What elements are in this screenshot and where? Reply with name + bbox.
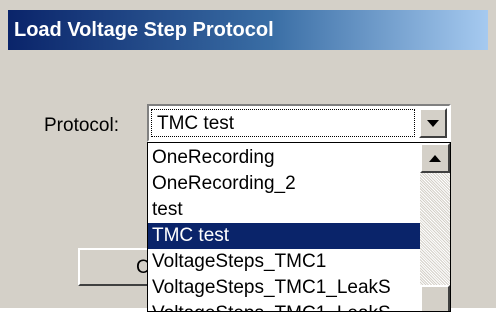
combo-dropdown-button[interactable] xyxy=(419,108,447,138)
dropdown-items: OneRecording OneRecording_2 test TMC test Vo… xyxy=(148,145,420,311)
dropdown-option[interactable]: VoltageSteps_TMC1 xyxy=(148,249,420,275)
protocol-combobox[interactable]: TMC test xyxy=(147,104,451,142)
dropdown-option[interactable]: OneRecording_2 xyxy=(148,171,420,197)
dropdown-option[interactable]: VoltageSteps_TMC1_LeakS xyxy=(148,275,420,301)
protocol-selected-value: TMC test xyxy=(151,109,415,137)
dropdown-option[interactable]: VoltageSteps_TMC1_LeakS xyxy=(148,301,420,311)
dropdown-option[interactable]: TMC test xyxy=(148,223,420,249)
scroll-up-button[interactable] xyxy=(420,143,450,173)
chevron-down-icon xyxy=(427,119,439,127)
dialog-title: Load Voltage Step Protocol xyxy=(14,19,274,41)
protocol-label: Protocol: xyxy=(44,115,119,136)
dropdown-option[interactable]: OneRecording xyxy=(148,145,420,171)
chevron-up-icon xyxy=(429,154,441,162)
dialog-window: Load Voltage Step Protocol Protocol: TMC… xyxy=(0,0,500,312)
dropdown-scrollbar[interactable] xyxy=(420,143,450,311)
protocol-dropdown-list[interactable]: OneRecording OneRecording_2 test TMC test Vo… xyxy=(147,142,451,312)
dialog-titlebar[interactable]: Load Voltage Step Protocol xyxy=(8,10,488,50)
dropdown-option[interactable]: test xyxy=(148,197,420,223)
